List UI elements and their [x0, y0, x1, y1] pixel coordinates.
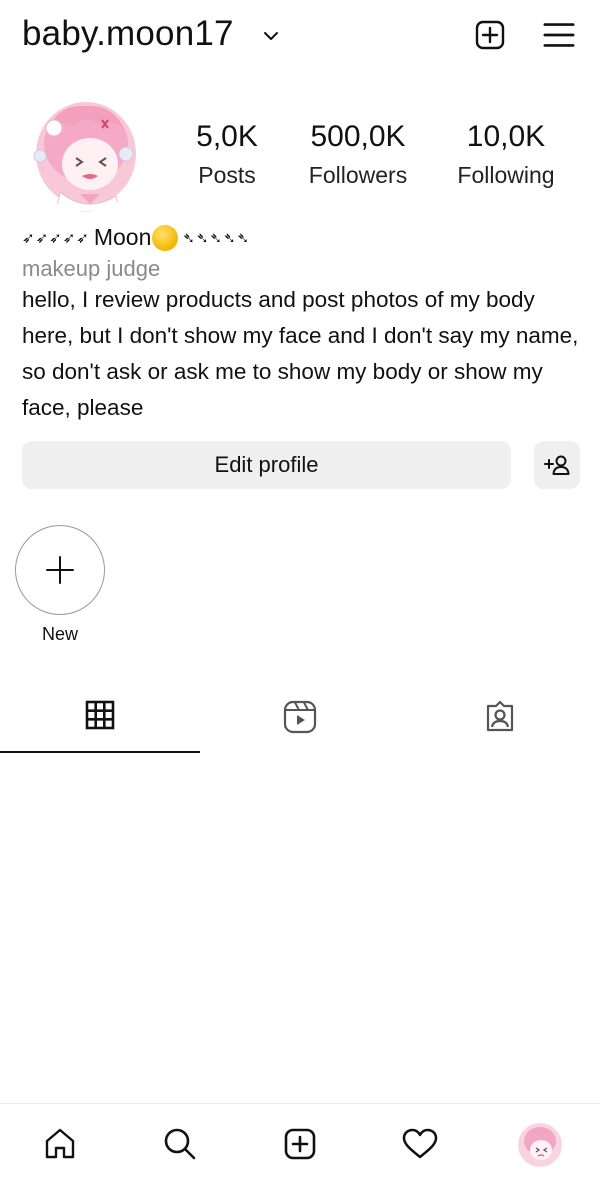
- following-label: Following: [457, 162, 555, 188]
- menu-icon: [543, 23, 575, 47]
- followers-stat[interactable]: 500,0K Followers: [300, 120, 416, 189]
- anime-avatar-image: [30, 96, 142, 212]
- chevron-down-icon[interactable]: [262, 30, 280, 42]
- edit-profile-label: Edit profile: [214, 452, 319, 477]
- tab-tagged[interactable]: [400, 700, 600, 752]
- profile-avatar-image: [518, 1123, 562, 1167]
- followers-count: 500,0K: [310, 120, 406, 153]
- plus-icon: [46, 556, 74, 584]
- display-name: ➶➶➶➶➶ Moon ➴➴➴➴➴: [22, 224, 250, 251]
- discover-people-button[interactable]: [534, 441, 580, 489]
- posts-label: Posts: [198, 162, 256, 188]
- name-text: Moon: [93, 224, 152, 250]
- new-highlight-button[interactable]: [15, 525, 105, 615]
- posts-stat[interactable]: 5,0K Posts: [180, 120, 274, 189]
- nav-profile-avatar[interactable]: [518, 1123, 562, 1167]
- name-prefix-arrows: ➶➶➶➶➶: [22, 229, 90, 247]
- tab-reels[interactable]: [200, 700, 400, 752]
- nav-search[interactable]: [160, 1124, 200, 1164]
- moon-emoji-icon: [152, 224, 179, 251]
- nav-create[interactable]: [280, 1124, 320, 1164]
- search-icon: [164, 1128, 196, 1160]
- heart-icon: [402, 1128, 438, 1159]
- nav-home[interactable]: [40, 1124, 80, 1164]
- following-count: 10,0K: [466, 120, 546, 153]
- menu-button[interactable]: [542, 18, 576, 52]
- profile-category: makeup judge: [22, 256, 161, 281]
- bottom-navigation: [0, 1103, 600, 1187]
- create-icon: [284, 1128, 316, 1160]
- name-suffix-arrows: ➴➴➴➴➴: [182, 229, 251, 247]
- home-icon: [45, 1128, 75, 1159]
- username[interactable]: baby.moon17: [22, 14, 234, 54]
- edit-profile-button[interactable]: Edit profile: [22, 441, 511, 489]
- tagged-icon: [486, 700, 514, 732]
- tab-posts-grid[interactable]: [0, 700, 200, 752]
- new-post-button[interactable]: [473, 18, 507, 52]
- nav-activity[interactable]: [400, 1124, 440, 1164]
- avatar[interactable]: [30, 96, 142, 212]
- posts-count: 5,0K: [196, 120, 258, 153]
- add-person-icon: [544, 455, 570, 475]
- new-highlight-label: New: [41, 624, 78, 644]
- followers-label: Followers: [308, 162, 408, 188]
- grid-icon: [85, 700, 115, 730]
- top-bar: baby.moon17: [0, 0, 600, 72]
- profile-bio: hello, I review products and post photos…: [22, 287, 579, 420]
- selected-tab-indicator: [0, 751, 200, 753]
- reels-icon: [283, 700, 317, 734]
- following-stat[interactable]: 10,0K Following: [448, 120, 564, 189]
- new-post-icon: [475, 20, 505, 50]
